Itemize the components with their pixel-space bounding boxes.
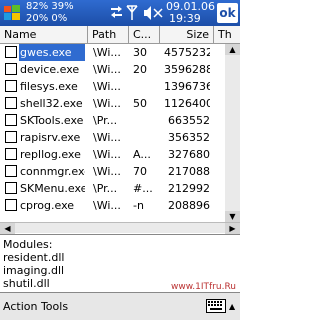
signal-antenna-icon xyxy=(126,5,138,20)
process-c: 30 xyxy=(133,46,147,59)
column-header-size[interactable]: Size xyxy=(160,26,214,44)
process-path: \Pr... xyxy=(93,114,118,127)
keyboard-icon[interactable] xyxy=(206,299,226,313)
process-path: \Wi... xyxy=(93,199,121,212)
battery-status-2: 20% 0% xyxy=(26,13,68,24)
modules-label: Modules: xyxy=(3,238,53,251)
process-size: 327680 xyxy=(168,148,210,161)
process-c: -n xyxy=(133,199,144,212)
process-name: SKMenu.exe xyxy=(20,182,85,195)
process-path: \Wi... xyxy=(93,63,121,76)
table-row[interactable]: repllog.exe \Wi... A... 327680 xyxy=(0,146,240,163)
row-checkbox[interactable] xyxy=(5,148,17,160)
process-size: 208896 xyxy=(168,199,210,212)
ok-button[interactable]: ok xyxy=(217,3,238,23)
column-header-c[interactable]: C... xyxy=(129,26,160,44)
row-checkbox[interactable] xyxy=(5,165,17,177)
process-size: 4575232 xyxy=(164,46,210,59)
process-c: 50 xyxy=(133,97,147,110)
process-size: 356352 xyxy=(168,131,210,144)
connectivity-icon xyxy=(111,6,122,18)
process-name: shell32.exe xyxy=(20,97,83,110)
column-header-path[interactable]: Path xyxy=(88,26,129,44)
volume-muted-icon xyxy=(144,6,163,20)
row-checkbox[interactable] xyxy=(5,63,17,75)
process-path: \Wi... xyxy=(93,165,121,178)
process-size: 212992 xyxy=(168,182,210,195)
process-table: Name Path C... Size Th gwes.exe \Wi... 30 4… xyxy=(0,26,240,222)
table-row[interactable]: shell32.exe \Wi... 50 1126400 xyxy=(0,95,240,112)
scroll-down-arrow-icon[interactable]: ▼ xyxy=(225,211,240,222)
vertical-scrollbar[interactable]: ▲ ▼ xyxy=(225,44,240,222)
row-checkbox[interactable] xyxy=(5,80,17,92)
menu-bar: Action Tools ▲ xyxy=(0,292,240,320)
process-size: 3596288 xyxy=(164,63,210,76)
process-name: SKTools.exe xyxy=(20,114,84,127)
process-size: 1396736 xyxy=(164,80,210,93)
scroll-up-arrow-icon[interactable]: ▲ xyxy=(225,44,240,55)
clock[interactable]: 09.01.06 19:39 xyxy=(166,1,216,25)
column-header-name[interactable]: Name xyxy=(0,26,88,44)
process-c: 70 xyxy=(133,165,147,178)
module-item: imaging.dll xyxy=(3,264,65,277)
watermark: www.1ITfru.Ru xyxy=(171,282,236,292)
process-size: 663552 xyxy=(168,114,210,127)
row-checkbox[interactable] xyxy=(5,182,17,194)
row-checkbox[interactable] xyxy=(5,199,17,211)
row-checkbox[interactable] xyxy=(5,46,17,58)
process-name: connmgr.exe xyxy=(20,165,85,178)
time-text: 19:39 xyxy=(169,12,201,25)
windows-start-icon[interactable] xyxy=(2,3,22,23)
horizontal-scrollbar[interactable]: ◀ ▶ xyxy=(0,222,240,234)
table-row[interactable]: SKMenu.exe \Pr... #... 212992 xyxy=(0,180,240,197)
process-name: cprog.exe xyxy=(20,199,75,212)
scroll-right-arrow-icon[interactable]: ▶ xyxy=(225,223,240,234)
table-row[interactable]: rapisrv.exe \Wi... 356352 xyxy=(0,129,240,146)
process-c xyxy=(133,112,161,129)
keyboard-menu-arrow-icon[interactable]: ▲ xyxy=(229,293,235,320)
table-row[interactable]: connmgr.exe \Wi... 70 217088 xyxy=(0,163,240,180)
process-path: \Wi... xyxy=(93,148,121,161)
process-c: A... xyxy=(133,148,151,161)
table-row[interactable]: filesys.exe \Wi... 1396736 xyxy=(0,78,240,95)
battery-status-1: 82% 39% xyxy=(26,1,74,12)
row-checkbox[interactable] xyxy=(5,131,17,143)
process-path: \Wi... xyxy=(93,97,121,110)
process-name: filesys.exe xyxy=(20,80,78,93)
column-header-threads[interactable]: Th xyxy=(214,26,240,44)
title-bar: 82% 39% 20% 0% 09.01.06 19:39 ok xyxy=(0,0,240,26)
menu-action-tools[interactable]: Action Tools xyxy=(3,293,68,320)
row-checkbox[interactable] xyxy=(5,97,17,109)
table-row[interactable]: gwes.exe \Wi... 30 4575232 xyxy=(0,44,240,61)
process-c xyxy=(133,78,161,95)
process-path: \Wi... xyxy=(93,131,121,144)
process-c xyxy=(133,129,161,146)
process-name: rapisrv.exe xyxy=(20,131,81,144)
table-row[interactable]: cprog.exe \Wi... -n 208896 xyxy=(0,197,240,214)
table-row[interactable]: SKTools.exe \Pr... 663552 xyxy=(0,112,240,129)
process-size: 217088 xyxy=(168,165,210,178)
process-c: 20 xyxy=(133,63,147,76)
process-c: #... xyxy=(133,182,153,195)
process-size: 1126400 xyxy=(164,97,210,110)
table-row[interactable]: device.exe \Wi... 20 3596288 xyxy=(0,61,240,78)
module-item: resident.dll xyxy=(3,251,65,264)
process-path: \Wi... xyxy=(93,46,121,59)
row-checkbox[interactable] xyxy=(5,114,17,126)
process-name: repllog.exe xyxy=(20,148,81,161)
process-name: device.exe xyxy=(20,63,80,76)
scroll-left-arrow-icon[interactable]: ◀ xyxy=(0,223,15,234)
process-name: gwes.exe xyxy=(19,44,85,61)
status-icons xyxy=(111,5,163,20)
process-path: \Pr... xyxy=(93,182,118,195)
process-path: \Wi... xyxy=(93,80,121,93)
